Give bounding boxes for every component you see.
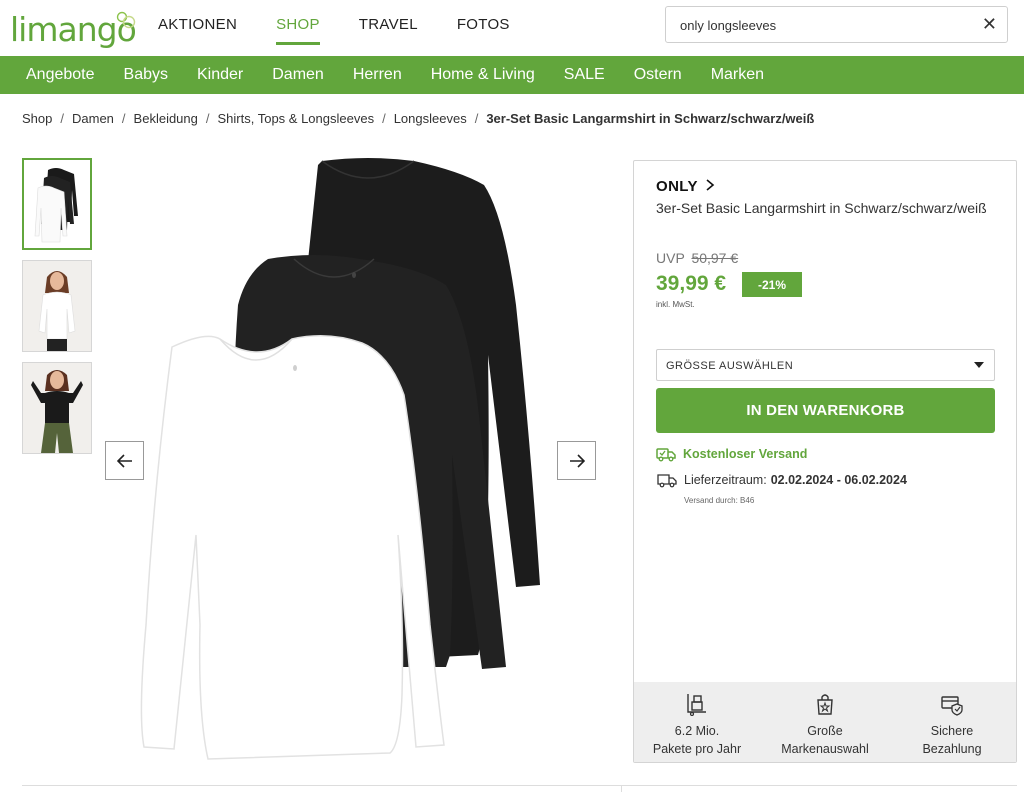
product-main-image[interactable] bbox=[128, 155, 568, 765]
uvp-value: 50,97 € bbox=[691, 250, 739, 266]
delivery-dates: 02.02.2024 - 06.02.2024 bbox=[770, 473, 907, 487]
secure-payment-icon bbox=[941, 696, 963, 716]
category-herren[interactable]: Herren bbox=[353, 66, 402, 84]
breadcrumb-separator: / bbox=[205, 111, 210, 126]
breadcrumb-damen[interactable]: Damen bbox=[72, 111, 114, 126]
free-shipping-icon bbox=[656, 448, 676, 462]
category-ostern[interactable]: Ostern bbox=[634, 66, 682, 84]
category-bar: Angebote Babys Kinder Damen Herren Home … bbox=[0, 56, 1024, 94]
search-input[interactable] bbox=[680, 15, 970, 35]
feature-packages: 6.2 Mio. Pakete pro Jahr bbox=[637, 692, 757, 758]
nav-fotos[interactable]: FOTOS bbox=[457, 16, 510, 33]
size-select-label: GRÖSSE AUSWÄHLEN bbox=[666, 360, 794, 372]
add-to-cart-button[interactable]: IN DEN WARENKORB bbox=[656, 388, 995, 433]
shopping-bag-icon bbox=[817, 694, 833, 715]
feature-payment-line2: Bezahlung bbox=[922, 742, 982, 756]
thumbnail-3[interactable] bbox=[22, 362, 92, 454]
thumbnail-1[interactable] bbox=[22, 158, 92, 250]
category-sale[interactable]: SALE bbox=[564, 66, 605, 84]
category-babys[interactable]: Babys bbox=[124, 66, 168, 84]
breadcrumb-separator: / bbox=[474, 111, 479, 126]
search-box: ✕ bbox=[665, 6, 1008, 43]
vendor-info: Versand durch: B46 bbox=[684, 496, 755, 505]
feature-brands: Große Markenauswahl bbox=[765, 692, 885, 758]
delivery-label: Lieferzeitraum: bbox=[684, 473, 767, 487]
feature-packages-line1: 6.2 Mio. bbox=[674, 724, 720, 738]
breadcrumb-separator: / bbox=[382, 111, 386, 126]
breadcrumb-separator: / bbox=[60, 111, 64, 126]
breadcrumb-separator: / bbox=[121, 111, 126, 126]
category-marken[interactable]: Marken bbox=[711, 66, 764, 84]
main-nav: AKTIONEN SHOP TRAVEL FOTOS bbox=[158, 16, 549, 45]
delivery-info: Lieferzeitraum: 02.02.2024 - 06.02.2024 bbox=[656, 472, 907, 488]
category-home-living[interactable]: Home & Living bbox=[431, 66, 535, 84]
logo-rings-icon bbox=[116, 11, 136, 29]
current-price: 39,99 € bbox=[656, 272, 727, 295]
feature-brands-line2: Markenauswahl bbox=[781, 742, 869, 756]
thumbnail-model-black-image bbox=[23, 363, 91, 453]
nav-shop[interactable]: SHOP bbox=[276, 16, 320, 45]
product-title: 3er-Set Basic Langarmshirt in Schwarz/sc… bbox=[656, 200, 987, 216]
features-bar: 6.2 Mio. Pakete pro Jahr Große Markenaus… bbox=[634, 682, 1016, 762]
category-kinder[interactable]: Kinder bbox=[197, 66, 243, 84]
size-select[interactable]: GRÖSSE AUSWÄHLEN bbox=[656, 349, 995, 381]
nav-travel[interactable]: TRAVEL bbox=[359, 16, 418, 33]
brand-name: ONLY bbox=[656, 178, 698, 195]
free-shipping-info: Kostenloser Versand bbox=[656, 446, 807, 462]
tax-note: inkl. MwSt. bbox=[656, 300, 695, 309]
breadcrumb-current: 3er-Set Basic Langarmshirt in Schwarz/sc… bbox=[486, 111, 815, 126]
feature-brands-line1: Große bbox=[807, 724, 843, 738]
breadcrumb-shirts-tops[interactable]: Shirts, Tops & Longsleeves bbox=[218, 111, 375, 126]
limango-logo[interactable]: limango bbox=[10, 8, 137, 50]
product-info-panel: ONLY 3er-Set Basic Langarmshirt in Schwa… bbox=[633, 160, 1017, 763]
feature-payment: Sichere Bezahlung bbox=[892, 692, 1012, 758]
chevron-right-icon bbox=[706, 179, 715, 191]
nav-aktionen[interactable]: AKTIONEN bbox=[158, 16, 237, 33]
previous-image-button[interactable] bbox=[105, 441, 144, 480]
uvp-label: UVP bbox=[656, 250, 685, 266]
section-divider bbox=[22, 785, 1017, 786]
category-damen[interactable]: Damen bbox=[272, 66, 324, 84]
top-header: limango AKTIONEN SHOP TRAVEL FOTOS ✕ bbox=[0, 0, 1024, 56]
thumbnail-shirts-image bbox=[34, 168, 78, 243]
clear-search-icon[interactable]: ✕ bbox=[982, 14, 997, 35]
category-angebote[interactable]: Angebote bbox=[26, 66, 95, 84]
thumbnail-2[interactable] bbox=[22, 260, 92, 352]
discount-badge: -21% bbox=[742, 272, 802, 297]
uvp-price: UVP 50,97 € bbox=[656, 250, 738, 266]
free-shipping-text: Kostenloser Versand bbox=[683, 447, 808, 461]
arrow-left-icon bbox=[116, 453, 132, 468]
breadcrumb-longsleeves[interactable]: Longsleeves bbox=[394, 111, 467, 126]
feature-packages-line2: Pakete pro Jahr bbox=[652, 742, 742, 756]
caret-down-icon bbox=[974, 362, 984, 368]
product-shirts-image bbox=[140, 158, 540, 760]
breadcrumb-shop[interactable]: Shop bbox=[22, 111, 52, 126]
next-image-button[interactable] bbox=[557, 441, 596, 480]
brand-link[interactable]: ONLY bbox=[656, 178, 715, 195]
arrow-right-icon bbox=[569, 453, 585, 468]
package-icon bbox=[687, 694, 706, 716]
thumbnail-model-white-image bbox=[23, 261, 91, 351]
breadcrumb: Shop / Damen / Bekleidung / Shirts, Tops… bbox=[22, 111, 814, 126]
section-divider-vertical bbox=[621, 785, 622, 792]
feature-payment-line1: Sichere bbox=[930, 724, 974, 738]
delivery-truck-icon bbox=[657, 474, 677, 488]
breadcrumb-bekleidung[interactable]: Bekleidung bbox=[134, 111, 198, 126]
